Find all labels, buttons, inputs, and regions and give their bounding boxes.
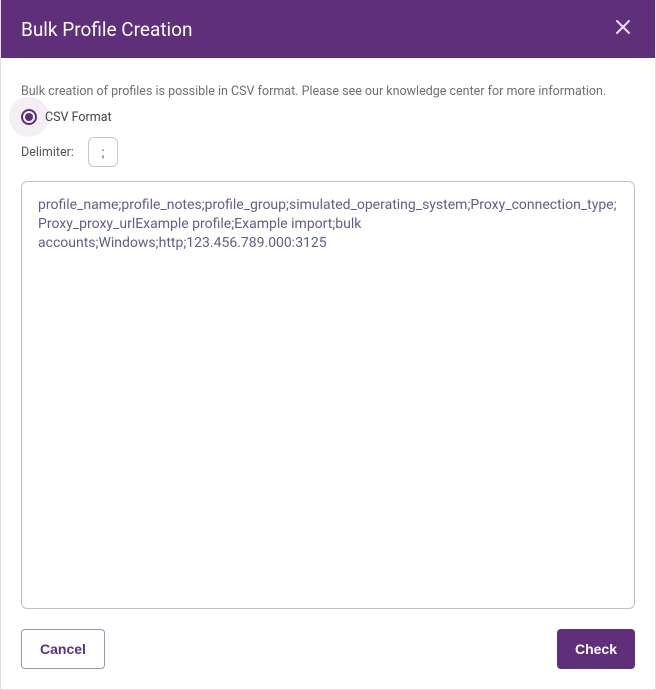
dialog-title: Bulk Profile Creation — [21, 18, 193, 41]
intro-text: Bulk creation of profiles is possible in… — [21, 84, 635, 99]
cancel-button[interactable]: Cancel — [21, 629, 105, 669]
close-icon — [615, 19, 631, 39]
dialog-header: Bulk Profile Creation — [1, 0, 655, 58]
dialog-footer: Cancel Check — [1, 609, 655, 689]
radio-selected-icon — [25, 113, 33, 121]
close-button[interactable] — [611, 17, 635, 41]
delimiter-row: Delimiter: — [21, 137, 635, 167]
csv-format-radio[interactable] — [21, 109, 37, 125]
csv-format-label: CSV Format — [45, 110, 112, 125]
delimiter-input[interactable] — [88, 137, 118, 167]
bulk-profile-dialog: Bulk Profile Creation Bulk creation of p… — [0, 0, 656, 690]
delimiter-label: Delimiter: — [21, 145, 74, 160]
format-option-row: CSV Format — [21, 109, 635, 125]
csv-content-textarea[interactable] — [21, 181, 635, 609]
dialog-body: Bulk creation of profiles is possible in… — [1, 58, 655, 609]
check-button[interactable]: Check — [557, 629, 635, 669]
